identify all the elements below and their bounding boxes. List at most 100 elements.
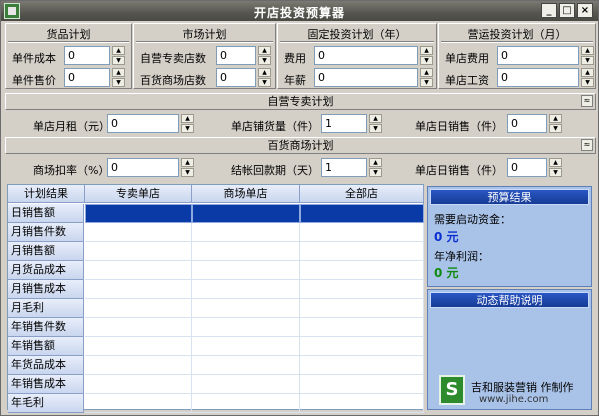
- self-store-count-input[interactable]: [216, 46, 256, 65]
- store-expense-input[interactable]: [497, 46, 579, 65]
- spin-down-icon[interactable]: ▼: [112, 78, 125, 87]
- grid-cell[interactable]: [85, 299, 192, 318]
- spin-down-icon[interactable]: ▼: [258, 78, 271, 87]
- unit-cost-spinner[interactable]: ▲ ▼: [112, 46, 125, 65]
- self-daily-sales-spinner[interactable]: ▲ ▼: [549, 114, 562, 133]
- unit-price-spinner[interactable]: ▲ ▼: [112, 68, 125, 87]
- grid-cell[interactable]: [85, 394, 192, 413]
- grid-cell[interactable]: [300, 375, 424, 394]
- spin-up-icon[interactable]: ▲: [549, 114, 562, 123]
- monthly-rent-input[interactable]: [107, 114, 179, 133]
- spin-down-icon[interactable]: ▼: [369, 124, 382, 133]
- spin-up-icon[interactable]: ▲: [549, 158, 562, 167]
- grid-cell[interactable]: [192, 261, 300, 280]
- grid-cell[interactable]: [85, 242, 192, 261]
- spin-up-icon[interactable]: ▲: [112, 46, 125, 55]
- column-header[interactable]: 专卖单店: [85, 185, 192, 203]
- row-header[interactable]: 月毛利: [8, 299, 84, 318]
- minimize-button[interactable]: _: [541, 3, 557, 18]
- spin-up-icon[interactable]: ▲: [181, 114, 194, 123]
- self-daily-sales-input[interactable]: [507, 114, 547, 133]
- row-header[interactable]: 年货品成本: [8, 356, 84, 375]
- grid-cell[interactable]: [85, 318, 192, 337]
- grid-cell[interactable]: [192, 318, 300, 337]
- grid-cell[interactable]: [300, 337, 424, 356]
- collapse-icon[interactable]: ≈: [581, 139, 593, 151]
- store-expense-spinner[interactable]: ▲ ▼: [581, 46, 594, 65]
- grid-cell[interactable]: [300, 242, 424, 261]
- row-header[interactable]: 月销售额: [8, 242, 84, 261]
- maximize-button[interactable]: □: [559, 3, 575, 18]
- grid-cell[interactable]: [300, 261, 424, 280]
- row-header[interactable]: 月销售成本: [8, 280, 84, 299]
- spin-up-icon[interactable]: ▲: [581, 46, 594, 55]
- grid-cell[interactable]: [85, 337, 192, 356]
- stock-qty-spinner[interactable]: ▲ ▼: [369, 114, 382, 133]
- grid-cell[interactable]: [85, 356, 192, 375]
- grid-cell[interactable]: [300, 299, 424, 318]
- spin-down-icon[interactable]: ▼: [258, 56, 271, 65]
- results-grid[interactable]: 计划结果 专卖单店 商场单店 全部店 日销售额 月销售件数 月销售额 月货品成本 月销售…: [7, 184, 424, 413]
- grid-cell[interactable]: [192, 337, 300, 356]
- spin-up-icon[interactable]: ▲: [420, 68, 433, 77]
- spin-down-icon[interactable]: ▼: [581, 56, 594, 65]
- spin-down-icon[interactable]: ▼: [112, 56, 125, 65]
- column-header[interactable]: 全部店: [300, 185, 424, 203]
- row-header[interactable]: 月货品成本: [8, 261, 84, 280]
- spin-down-icon[interactable]: ▼: [549, 168, 562, 177]
- fixed-expense-input[interactable]: [314, 46, 418, 65]
- grid-cell[interactable]: [85, 223, 192, 242]
- grid-cell[interactable]: [300, 223, 424, 242]
- grid-cell[interactable]: [192, 242, 300, 261]
- grid-cell[interactable]: [300, 204, 424, 223]
- settlement-days-input[interactable]: [321, 158, 367, 177]
- grid-cell[interactable]: [300, 394, 424, 413]
- spin-down-icon[interactable]: ▼: [181, 124, 194, 133]
- spin-up-icon[interactable]: ▲: [581, 68, 594, 77]
- mall-daily-sales-spinner[interactable]: ▲ ▼: [549, 158, 562, 177]
- spin-down-icon[interactable]: ▼: [581, 78, 594, 87]
- self-section-header[interactable]: 自营专卖计划 ≈: [5, 93, 596, 110]
- row-header[interactable]: 年销售成本: [8, 375, 84, 394]
- grid-cell[interactable]: [85, 280, 192, 299]
- spin-up-icon[interactable]: ▲: [181, 158, 194, 167]
- grid-cell[interactable]: [85, 261, 192, 280]
- column-header[interactable]: 商场单店: [192, 185, 300, 203]
- mall-discount-spinner[interactable]: ▲ ▼: [181, 158, 194, 177]
- row-header[interactable]: 年销售额: [8, 337, 84, 356]
- spin-down-icon[interactable]: ▼: [181, 168, 194, 177]
- grid-cell[interactable]: [192, 223, 300, 242]
- row-header[interactable]: 年销售件数: [8, 318, 84, 337]
- mall-daily-sales-input[interactable]: [507, 158, 547, 177]
- annual-salary-input[interactable]: [314, 68, 418, 87]
- close-button[interactable]: ×: [577, 3, 593, 18]
- grid-cell[interactable]: [300, 356, 424, 375]
- mall-store-count-spinner[interactable]: ▲ ▼: [258, 68, 271, 87]
- spin-up-icon[interactable]: ▲: [369, 158, 382, 167]
- spin-down-icon[interactable]: ▼: [549, 124, 562, 133]
- mall-discount-input[interactable]: [107, 158, 179, 177]
- grid-cell[interactable]: [192, 280, 300, 299]
- spin-up-icon[interactable]: ▲: [112, 68, 125, 77]
- spin-down-icon[interactable]: ▼: [420, 56, 433, 65]
- spin-up-icon[interactable]: ▲: [369, 114, 382, 123]
- fixed-expense-spinner[interactable]: ▲ ▼: [420, 46, 433, 65]
- collapse-icon[interactable]: ≈: [581, 95, 593, 107]
- self-store-count-spinner[interactable]: ▲ ▼: [258, 46, 271, 65]
- stock-qty-input[interactable]: [321, 114, 367, 133]
- spin-up-icon[interactable]: ▲: [420, 46, 433, 55]
- mall-store-count-input[interactable]: [216, 68, 256, 87]
- settlement-days-spinner[interactable]: ▲ ▼: [369, 158, 382, 177]
- store-wage-spinner[interactable]: ▲ ▼: [581, 68, 594, 87]
- annual-salary-spinner[interactable]: ▲ ▼: [420, 68, 433, 87]
- grid-cell[interactable]: [300, 280, 424, 299]
- grid-cell[interactable]: [192, 394, 300, 413]
- spin-down-icon[interactable]: ▼: [369, 168, 382, 177]
- grid-cell[interactable]: [192, 375, 300, 394]
- grid-cell[interactable]: [192, 299, 300, 318]
- store-wage-input[interactable]: [497, 68, 579, 87]
- monthly-rent-spinner[interactable]: ▲ ▼: [181, 114, 194, 133]
- unit-price-input[interactable]: [64, 68, 110, 87]
- row-header[interactable]: 月销售件数: [8, 223, 84, 242]
- unit-cost-input[interactable]: [64, 46, 110, 65]
